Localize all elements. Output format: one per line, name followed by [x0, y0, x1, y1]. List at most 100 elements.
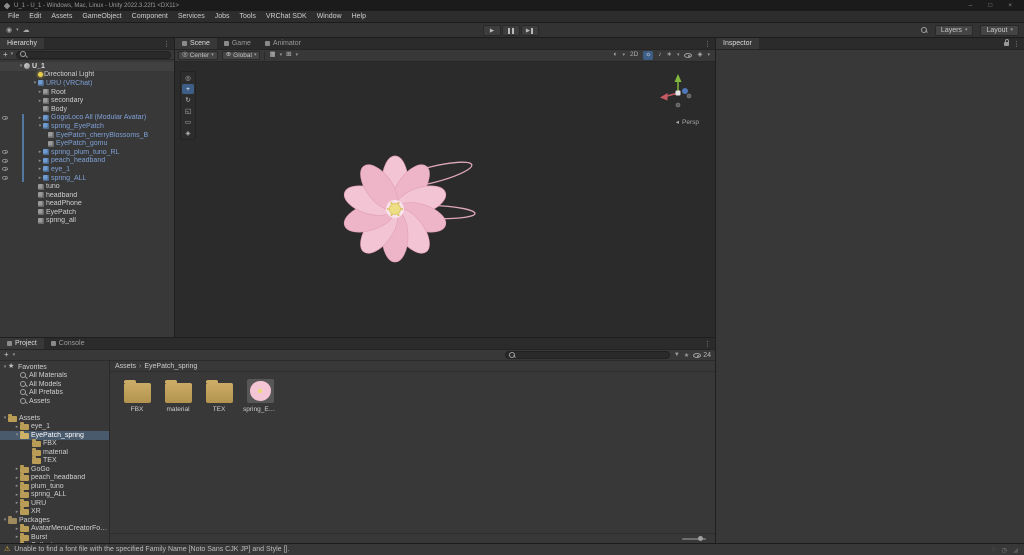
- tool-orientation-dropdown[interactable]: ⊕ Global ▾: [221, 51, 261, 60]
- hierarchy-row[interactable]: headband: [0, 191, 174, 200]
- hierarchy-row[interactable]: spring_plum_tuno_RL: [0, 147, 174, 157]
- hierarchy-row[interactable]: EyePatch_gomu: [0, 139, 174, 148]
- move-tool[interactable]: +: [182, 84, 194, 94]
- visibility-eye-icon[interactable]: [2, 149, 8, 154]
- hierarchy-row[interactable]: EyePatch: [0, 208, 174, 217]
- menu-item[interactable]: Services: [173, 13, 210, 20]
- hierarchy-row[interactable]: Root: [0, 88, 174, 97]
- hierarchy-row[interactable]: tuno: [0, 182, 174, 191]
- project-tree-row[interactable]: material: [0, 447, 109, 457]
- menu-item[interactable]: Edit: [24, 13, 46, 20]
- menu-item[interactable]: GameObject: [77, 13, 126, 20]
- transform-tool[interactable]: ◈: [182, 128, 194, 138]
- panel-menu-icon[interactable]: ⋮: [159, 38, 174, 49]
- visibility-eye-icon[interactable]: [2, 175, 8, 180]
- lock-icon[interactable]: [1004, 39, 1009, 46]
- step-button[interactable]: ▶: [521, 25, 539, 36]
- hierarchy-row[interactable]: EyePatch_cherryBlossoms_B: [0, 130, 174, 140]
- cloud-services-icon[interactable]: ☁: [23, 26, 30, 34]
- snap-settings-icon[interactable]: ⊞: [286, 52, 291, 59]
- favorite-search-icon[interactable]: ★: [684, 352, 689, 359]
- layers-dropdown[interactable]: Layers ▾: [934, 24, 974, 36]
- rotate-tool[interactable]: ↻: [182, 95, 194, 105]
- visibility-eye-icon[interactable]: [2, 158, 8, 163]
- toggle-2d-button[interactable]: 2D: [630, 52, 638, 59]
- status-message[interactable]: Unable to find a font file with the spec…: [14, 546, 289, 553]
- shading-mode-dropdown[interactable]: ◐: [614, 52, 618, 59]
- project-tree-row[interactable]: Packages: [0, 515, 109, 525]
- tab-hierarchy[interactable]: Hierarchy: [0, 38, 44, 49]
- search-by-type-icon[interactable]: ▼: [674, 352, 680, 358]
- tab-project[interactable]: Project: [0, 338, 44, 349]
- project-tree-row[interactable]: TEX: [0, 456, 109, 466]
- scene-audio-toggle[interactable]: ♪: [658, 52, 661, 59]
- create-object-button[interactable]: +: [3, 50, 8, 59]
- project-tree-row[interactable]: All Prefabs: [0, 389, 109, 398]
- grid-visibility-icon[interactable]: ▦: [269, 52, 275, 59]
- menu-item[interactable]: Component: [127, 13, 173, 20]
- project-tree-row[interactable]: FBX: [0, 439, 109, 449]
- menu-item[interactable]: Window: [312, 13, 347, 20]
- panel-menu-icon[interactable]: ⋮: [700, 338, 715, 349]
- menu-item[interactable]: File: [3, 13, 24, 20]
- project-tree-row[interactable]: eye_1: [0, 422, 109, 432]
- project-tree-row[interactable]: [0, 406, 109, 415]
- hierarchy-search-input[interactable]: [16, 50, 171, 59]
- hierarchy-row[interactable]: GogoLoco All (Modular Avatar): [0, 113, 174, 123]
- tab-inspector[interactable]: Inspector: [716, 38, 759, 49]
- asset-item[interactable]: spring_Eye...: [243, 379, 277, 413]
- view-tool[interactable]: ◎: [182, 73, 194, 83]
- hierarchy-row[interactable]: Directional Light: [0, 71, 174, 80]
- hidden-packages-toggle[interactable]: 24: [693, 352, 711, 359]
- play-button[interactable]: ▶: [483, 25, 501, 36]
- project-tree-row[interactable]: EyePatch_spring: [0, 430, 109, 440]
- hierarchy-row[interactable]: U_1: [0, 62, 174, 71]
- panel-menu-icon[interactable]: ⋮: [700, 38, 715, 49]
- hierarchy-row[interactable]: URU (VRChat): [0, 79, 174, 88]
- orientation-gizmo[interactable]: [655, 70, 701, 116]
- slider-knob[interactable]: [698, 535, 703, 541]
- maximize-button[interactable]: □: [988, 2, 992, 9]
- visibility-eye-icon[interactable]: [2, 115, 8, 120]
- scene-visibility-toggle[interactable]: [684, 53, 693, 58]
- asset-item[interactable]: FBX: [120, 379, 154, 413]
- rect-tool[interactable]: ▭: [182, 117, 194, 127]
- visibility-eye-icon[interactable]: [2, 167, 8, 171]
- auto-refresh-icon[interactable]: ◷: [1001, 546, 1007, 554]
- scene-3d-model-flower[interactable]: [175, 62, 715, 337]
- search-icon[interactable]: [920, 26, 928, 34]
- project-tree-row[interactable]: plum_tuno: [0, 481, 109, 491]
- account-icon[interactable]: ◉: [6, 26, 12, 34]
- project-tree-row[interactable]: XR: [0, 507, 109, 517]
- project-tree-row[interactable]: Favorites: [0, 363, 109, 372]
- hierarchy-row[interactable]: secondary: [0, 96, 174, 105]
- breadcrumb-root[interactable]: Assets: [115, 363, 136, 370]
- scene-viewport[interactable]: ◎ + ↻ ◱ ▭ ◈ ◂ Persp: [175, 62, 715, 337]
- tab-animator[interactable]: Animator: [258, 38, 308, 49]
- panel-menu-icon[interactable]: ⋮: [1013, 40, 1020, 48]
- project-tree-row[interactable]: Assets: [0, 413, 109, 423]
- menu-item[interactable]: Tools: [235, 13, 261, 20]
- pause-button[interactable]: [502, 25, 520, 36]
- project-tree-row[interactable]: spring_ALL: [0, 490, 109, 500]
- scene-lighting-toggle[interactable]: ☼: [643, 51, 654, 60]
- hierarchy-row[interactable]: headPhone: [0, 200, 174, 209]
- breadcrumb-current[interactable]: EyePatch_spring: [144, 363, 197, 370]
- project-tree-row[interactable]: URU: [0, 498, 109, 508]
- gizmos-dropdown[interactable]: ◈: [697, 52, 702, 59]
- project-tree-row[interactable]: All Models: [0, 380, 109, 389]
- asset-item[interactable]: material: [161, 379, 195, 413]
- status-bar[interactable]: ⚠ Unable to find a font file with the sp…: [0, 543, 1024, 555]
- hierarchy-row[interactable]: spring_all: [0, 217, 174, 226]
- projection-mode-label[interactable]: ◂ Persp: [676, 118, 699, 127]
- create-asset-button[interactable]: +: [4, 351, 9, 359]
- project-tree-row[interactable]: Assets: [0, 397, 109, 406]
- hierarchy-row[interactable]: Body: [0, 105, 174, 114]
- menu-item[interactable]: Jobs: [210, 13, 235, 20]
- project-tree-row[interactable]: Burst: [0, 532, 109, 542]
- effects-dropdown[interactable]: ∗: [667, 52, 672, 59]
- tab-scene[interactable]: Scene: [175, 38, 217, 49]
- tool-pivot-dropdown[interactable]: ◎ Center ▾: [178, 51, 218, 60]
- tab-console[interactable]: Console: [44, 338, 92, 349]
- layout-dropdown[interactable]: Layout ▾: [980, 24, 1019, 36]
